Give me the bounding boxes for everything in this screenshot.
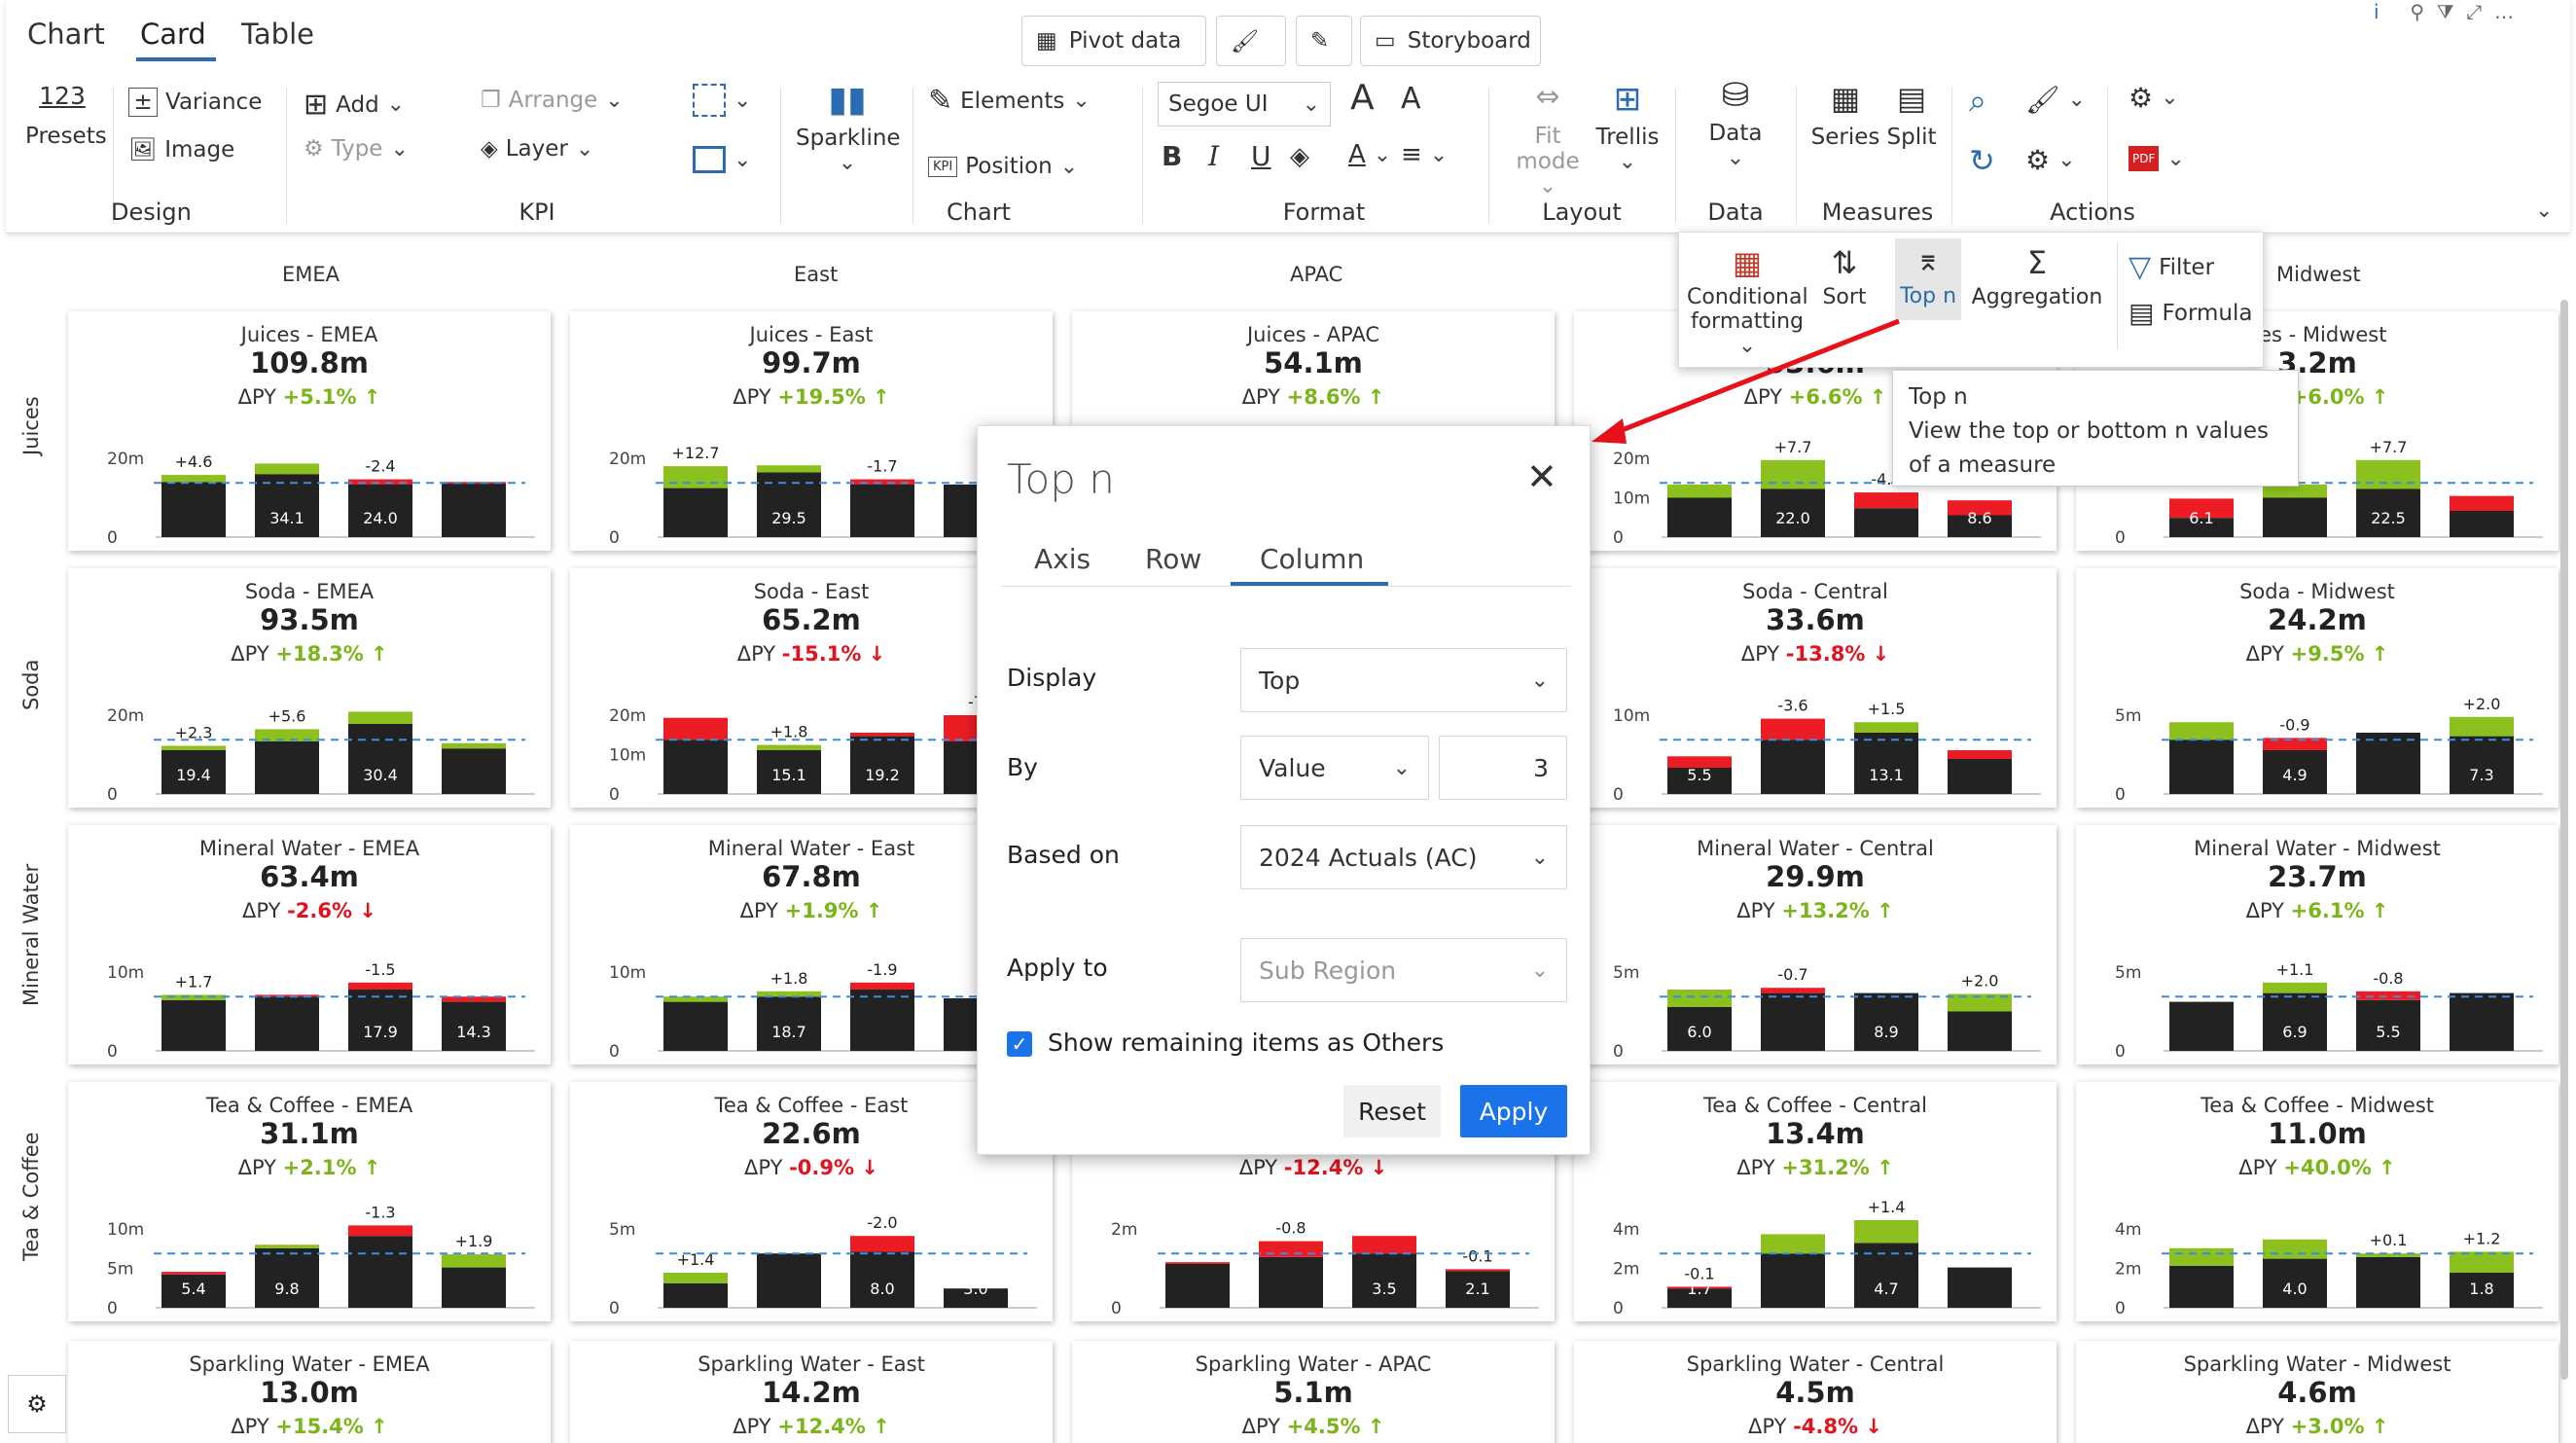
arrow-line — [1606, 318, 1900, 439]
apply-to-placeholder: Sub Region — [1259, 956, 1397, 985]
show-others-label: Show remaining items as Others — [1048, 1028, 1445, 1057]
tab-baseline — [1001, 586, 1571, 587]
dialog-title: Top n — [1007, 455, 1115, 503]
tab-column[interactable]: Column — [1260, 543, 1364, 575]
top-n-dialog: Top n ✕ Axis Row Column Display Top ⌄ By … — [977, 425, 1591, 1155]
tab-row[interactable]: Row — [1145, 543, 1201, 575]
tab-axis[interactable]: Axis — [1034, 543, 1091, 575]
apply-to-select[interactable]: Sub Region ⌄ — [1240, 938, 1567, 1002]
top-n-count-value: 3 — [1533, 753, 1549, 782]
by-value: Value — [1259, 753, 1326, 782]
active-tab-indicator — [1231, 582, 1388, 586]
arrow-head — [1592, 418, 1627, 444]
chevron-down-icon: ⌄ — [1530, 845, 1549, 870]
show-others-checkbox[interactable]: ✓ — [1007, 1031, 1032, 1057]
based-on-select[interactable]: 2024 Actuals (AC) ⌄ — [1240, 825, 1567, 889]
based-on-label: Based on — [1007, 841, 1120, 869]
based-on-value: 2024 Actuals (AC) — [1259, 843, 1478, 872]
chevron-down-icon: ⌄ — [1530, 957, 1549, 983]
by-select[interactable]: Value ⌄ — [1240, 736, 1429, 800]
display-label: Display — [1007, 664, 1097, 692]
top-n-count-input[interactable]: 3 — [1439, 736, 1567, 800]
chevron-down-icon: ⌄ — [1392, 755, 1411, 780]
by-label: By — [1007, 753, 1038, 781]
display-select[interactable]: Top ⌄ — [1240, 648, 1567, 712]
display-value: Top — [1259, 666, 1301, 695]
chevron-down-icon: ⌄ — [1530, 667, 1549, 693]
apply-to-label: Apply to — [1007, 954, 1108, 982]
close-icon[interactable]: ✕ — [1526, 455, 1557, 498]
apply-button[interactable]: Apply — [1460, 1085, 1567, 1137]
reset-button[interactable]: Reset — [1343, 1085, 1441, 1137]
